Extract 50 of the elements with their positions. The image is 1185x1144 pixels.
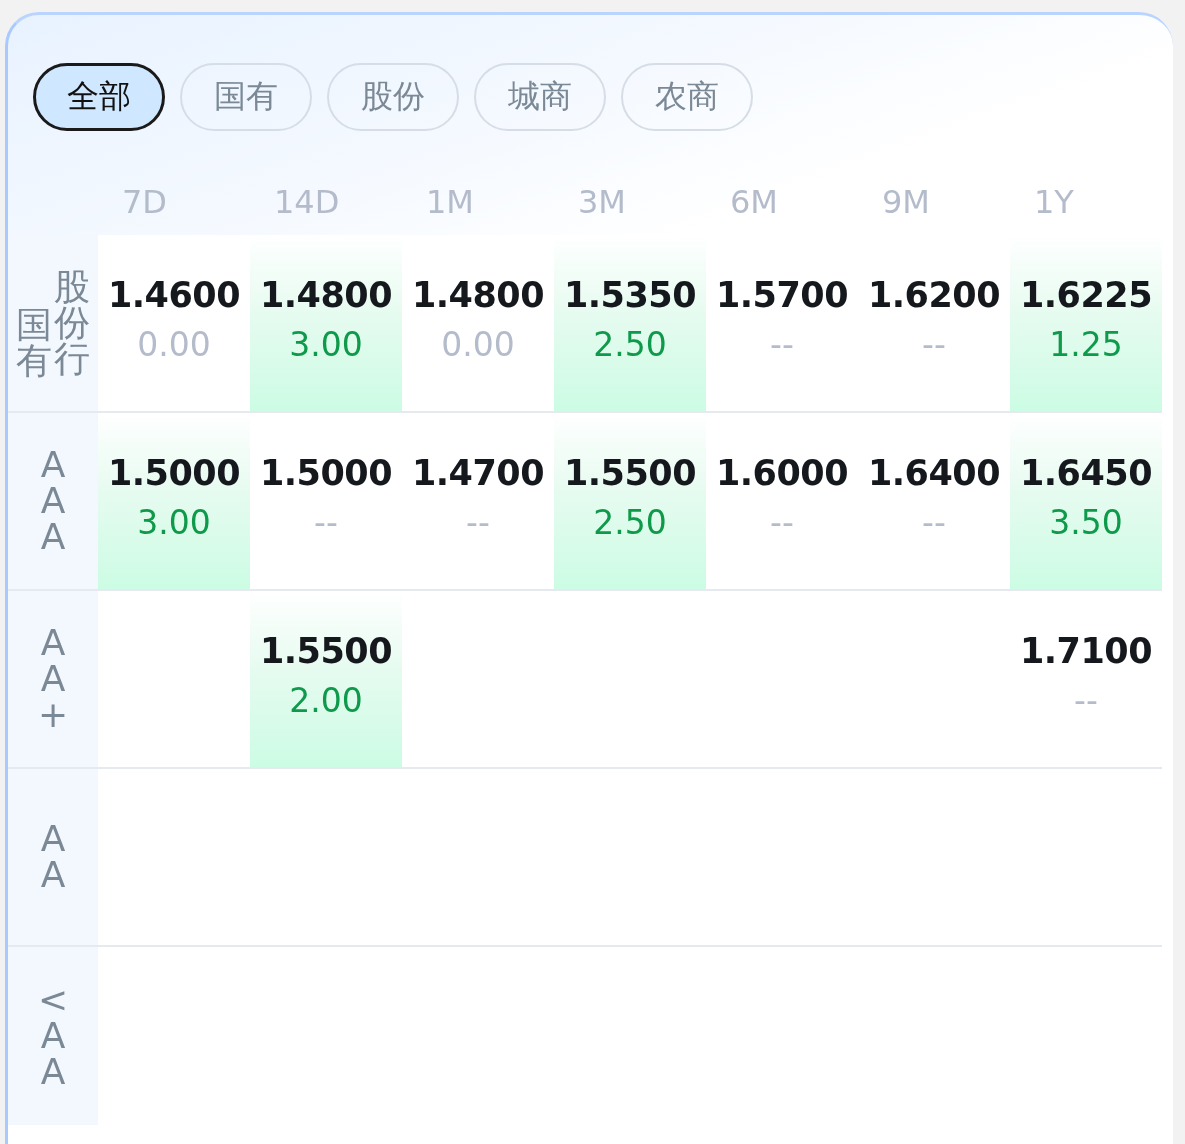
- rate-value: 1.7100: [1019, 631, 1153, 671]
- rate-value: 1.5500: [563, 453, 697, 493]
- rate-value: 1.6000: [715, 453, 849, 493]
- change-value: --: [770, 503, 794, 542]
- filter-tab[interactable]: 全部: [33, 63, 165, 131]
- change-value: 1.25: [1049, 325, 1123, 364]
- rate-value: 1.4600: [107, 275, 241, 315]
- change-value: --: [922, 503, 946, 542]
- filter-tab[interactable]: 股份: [327, 63, 459, 131]
- change-value: 0.00: [441, 325, 515, 364]
- filter-tab[interactable]: 国有: [180, 63, 312, 131]
- rate-value: 1.4800: [259, 275, 393, 315]
- rate-value: 1.5700: [715, 275, 849, 315]
- column-header: 14D: [273, 183, 341, 223]
- change-value: --: [922, 325, 946, 364]
- rate-value: 1.6225: [1019, 275, 1153, 315]
- row-label: AA+: [36, 625, 70, 733]
- column-header: 1M: [425, 183, 475, 223]
- rate-value: 1.5000: [107, 453, 241, 493]
- rate-value: 1.5000: [259, 453, 393, 493]
- change-value: 2.50: [593, 503, 667, 542]
- column-header: 3M: [577, 183, 627, 223]
- change-value: 2.50: [593, 325, 667, 364]
- rate-value: 1.5500: [259, 631, 393, 671]
- rate-value: 1.6450: [1019, 453, 1153, 493]
- rate-value: 1.6400: [867, 453, 1001, 493]
- change-value: 3.00: [137, 503, 211, 542]
- row-label: <AA: [36, 982, 70, 1090]
- change-value: --: [1074, 681, 1098, 720]
- rate-value: 1.4800: [411, 275, 545, 315]
- change-value: 3.50: [1049, 503, 1123, 542]
- change-value: --: [466, 503, 490, 542]
- change-value: 0.00: [137, 325, 211, 364]
- row-label: AA: [39, 821, 67, 893]
- column-header: 6M: [729, 183, 779, 223]
- row-label: AAA: [39, 447, 67, 555]
- change-value: 3.00: [289, 325, 363, 364]
- column-header: 9M: [881, 183, 931, 223]
- filter-tab[interactable]: 农商: [621, 63, 753, 131]
- rate-value: 1.4700: [411, 453, 545, 493]
- change-value: --: [770, 325, 794, 364]
- rate-value: 1.5350: [563, 275, 697, 315]
- rate-value: 1.6200: [867, 275, 1001, 315]
- column-header: 1Y: [1033, 183, 1075, 223]
- change-value: --: [314, 503, 338, 542]
- filter-tab[interactable]: 城商: [474, 63, 606, 131]
- row-label: 股份行: [54, 269, 90, 377]
- row-label: 国有: [16, 307, 52, 379]
- column-header: 7D: [121, 183, 168, 223]
- change-value: 2.00: [289, 681, 363, 720]
